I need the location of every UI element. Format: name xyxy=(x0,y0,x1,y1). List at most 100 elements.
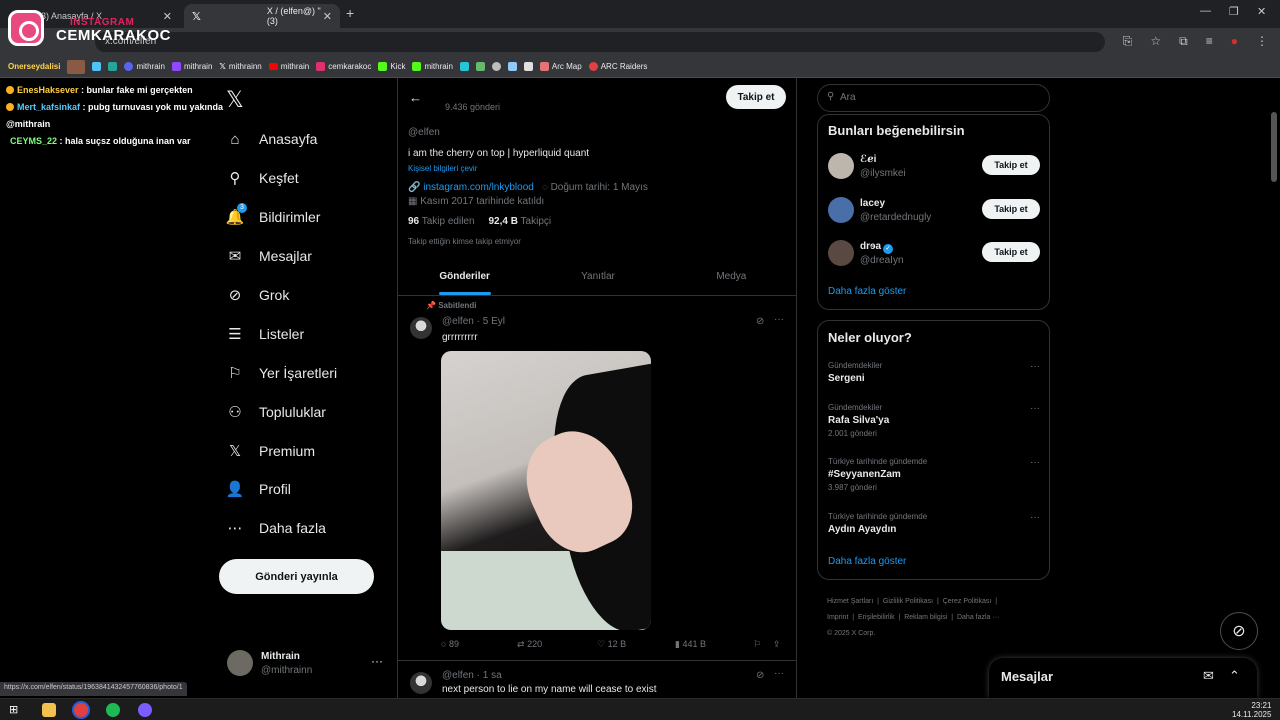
profile-link[interactable]: 🔗 instagram.com/lnkyblood xyxy=(408,182,534,193)
footer-link[interactable]: Reklam bilgisi xyxy=(904,614,947,621)
more-icon[interactable]: ··· xyxy=(774,314,784,325)
footer-link[interactable]: Çerez Politikası xyxy=(943,598,992,605)
avatar[interactable] xyxy=(410,672,432,694)
follow-button[interactable]: Takip et xyxy=(726,85,786,109)
menu-icon[interactable]: ⋮ xyxy=(1256,34,1268,49)
extensions-icon[interactable]: ⧉ xyxy=(1179,34,1188,49)
profile-avatar-icon[interactable]: ● xyxy=(1231,34,1238,49)
more-icon[interactable]: ··· xyxy=(1030,512,1040,523)
bookmark-icon-only[interactable] xyxy=(108,62,118,71)
footer-link[interactable]: Daha fazla ··· xyxy=(957,614,999,621)
footer-link[interactable]: Gizlilik Politikası xyxy=(883,598,933,605)
close-icon[interactable]: ✕ xyxy=(323,10,332,23)
trend-item[interactable]: Gündemdekiler Rafa Silva'ya 2.001 gönder… xyxy=(828,403,1040,438)
install-icon[interactable]: ⎘ xyxy=(1123,34,1133,49)
url-input[interactable]: x.com/elfen xyxy=(95,32,1105,52)
bookmark-mithrain-discord[interactable]: mithrain xyxy=(124,62,165,71)
trend-item[interactable]: Türkiye tarihinde gündemde #SeyyanenZam … xyxy=(828,457,1040,492)
bookmark-arc-map[interactable]: Arc Map xyxy=(539,62,582,71)
more-icon[interactable]: ··· xyxy=(1030,403,1040,414)
trends-show-more-link[interactable]: Daha fazla göster xyxy=(828,556,906,567)
followers-link[interactable]: 92,4 B Takipçi xyxy=(488,216,551,227)
trend-item[interactable]: Türkiye tarihinde gündemde Aydın Ayaydın… xyxy=(828,512,1040,535)
system-clock[interactable]: 23:21 14.11.2025 xyxy=(1232,701,1271,719)
nav-item-grok[interactable]: ⊘ Grok xyxy=(226,276,386,315)
bookmark-icon-only[interactable] xyxy=(92,62,102,71)
bookmark-icon-only[interactable] xyxy=(475,62,485,71)
views-button[interactable]: ▮ 441 B xyxy=(675,639,753,650)
back-arrow-icon[interactable]: ← xyxy=(409,90,422,105)
grok-icon[interactable]: ⊘ xyxy=(756,316,764,327)
follow-button[interactable]: Takip et xyxy=(982,199,1040,219)
search-input[interactable]: ⚲ Ara xyxy=(817,84,1050,112)
tweet-handle[interactable]: @elfen · 5 Eyl xyxy=(442,316,505,327)
bookmark-folder[interactable]: Onerseydalisi xyxy=(8,62,60,71)
close-window-icon[interactable]: ✕ xyxy=(1257,5,1266,18)
bookmark-mithrain-youtube[interactable]: mithrain xyxy=(268,62,309,71)
bookmark-mithrainn-x[interactable]: 𝕏mithrainn xyxy=(219,62,261,71)
new-message-icon[interactable]: ✉ xyxy=(1203,668,1214,684)
reply-button[interactable]: ○ 89 xyxy=(441,639,517,650)
bookmark-icon[interactable]: ⚐ xyxy=(753,639,773,650)
following-link[interactable]: 96 Takip edilen xyxy=(408,216,475,227)
bookmark-arc-raiders[interactable]: ARC Raiders xyxy=(588,62,647,71)
nav-item-explore[interactable]: ⚲ Keşfet xyxy=(226,159,386,198)
close-icon[interactable]: ✕ xyxy=(163,10,172,23)
bookmark-icon-only[interactable] xyxy=(459,62,469,71)
footer-link[interactable]: Hizmet Şartları xyxy=(827,598,873,605)
tab-replies[interactable]: Yanıtlar xyxy=(531,258,664,295)
bookmark-cemkarakoc-instagram[interactable]: cemkarakoc xyxy=(316,62,371,71)
nav-item-notifications[interactable]: 🔔 3 Bildirimler xyxy=(226,198,386,237)
maximize-icon[interactable]: ❐ xyxy=(1229,5,1239,18)
x-logo-icon[interactable]: 𝕏 xyxy=(226,88,244,113)
expand-icon[interactable]: ⌃ xyxy=(1229,668,1240,684)
more-icon[interactable]: ··· xyxy=(774,668,784,679)
post-button[interactable]: Gönderi yayınla xyxy=(219,559,374,594)
follow-button[interactable]: Takip et xyxy=(982,242,1040,262)
bookmark-icon-only[interactable] xyxy=(507,62,517,71)
grok-floating-button[interactable]: ⊘ xyxy=(1220,612,1258,650)
trend-item[interactable]: Gündemdekiler Sergeni ··· xyxy=(828,361,1040,384)
bookmark-icon-only[interactable] xyxy=(491,62,501,71)
suggestion-item[interactable]: ℰℯi @ilysmkei Takip et xyxy=(828,153,1040,183)
tab-posts[interactable]: Gönderiler xyxy=(398,258,531,295)
more-icon[interactable]: ··· xyxy=(1030,457,1040,468)
footer-link[interactable]: Imprint xyxy=(827,614,848,621)
minimize-icon[interactable]: — xyxy=(1200,5,1211,17)
footer-link[interactable]: Erişilebilirlik xyxy=(858,614,895,621)
scrollbar[interactable] xyxy=(1271,112,1277,182)
app-icon[interactable] xyxy=(138,703,152,717)
bookmark-kick[interactable]: Kick xyxy=(378,62,405,71)
nav-item-lists[interactable]: ☰ Listeler xyxy=(226,314,386,353)
spotify-icon[interactable] xyxy=(106,703,120,717)
more-icon[interactable]: ··· xyxy=(371,654,383,668)
bookmark-avatar[interactable] xyxy=(67,59,86,74)
tab-media[interactable]: Medya xyxy=(665,258,796,295)
nav-item-bookmarks[interactable]: ⚐ Yer İşaretleri xyxy=(226,353,386,392)
repost-button[interactable]: ⇄ 220 xyxy=(517,639,597,650)
translate-bio-link[interactable]: Kişisel bilgileri çevir xyxy=(408,164,477,173)
nav-item-communities[interactable]: ⚇ Topluluklar xyxy=(226,392,386,431)
suggestion-item[interactable]: lacey @retardednugly Takip et xyxy=(828,197,1040,227)
follow-button[interactable]: Takip et xyxy=(982,155,1040,175)
star-icon[interactable]: ☆ xyxy=(1150,34,1161,49)
file-explorer-icon[interactable] xyxy=(42,703,56,717)
share-icon[interactable]: ⇪ xyxy=(773,639,781,650)
messages-drawer[interactable]: Mesajlar ✉ ⌃ xyxy=(989,658,1257,698)
nav-item-home[interactable]: ⌂ Anasayfa xyxy=(226,120,386,159)
nav-item-messages[interactable]: ✉ Mesajlar xyxy=(226,237,386,276)
show-more-link[interactable]: Daha fazla göster xyxy=(828,286,906,297)
media-icon[interactable]: ≡ xyxy=(1206,34,1213,49)
windows-start-icon[interactable]: ⊞ xyxy=(9,703,23,717)
new-tab-button[interactable]: + xyxy=(346,5,354,21)
tweet-handle[interactable]: @elfen · 1 sa xyxy=(442,670,502,681)
bookmark-mithrain-kick[interactable]: mithrain xyxy=(412,62,453,71)
chrome-icon[interactable] xyxy=(74,703,88,717)
account-switcher[interactable]: Mithrain @mithrainn ··· xyxy=(227,650,387,680)
nav-item-premium[interactable]: 𝕏 Premium xyxy=(226,431,386,470)
avatar[interactable] xyxy=(410,317,432,339)
browser-tab-profile[interactable]: 𝕏 X / (elfen@) "(3) ✕ xyxy=(184,4,340,28)
bookmark-mithrain-twitch[interactable]: mithrain xyxy=(171,62,212,71)
tweet-photo[interactable] xyxy=(441,351,651,630)
suggestion-item[interactable]: drɘa ✓ @dreaIyn Takip et xyxy=(828,240,1040,270)
